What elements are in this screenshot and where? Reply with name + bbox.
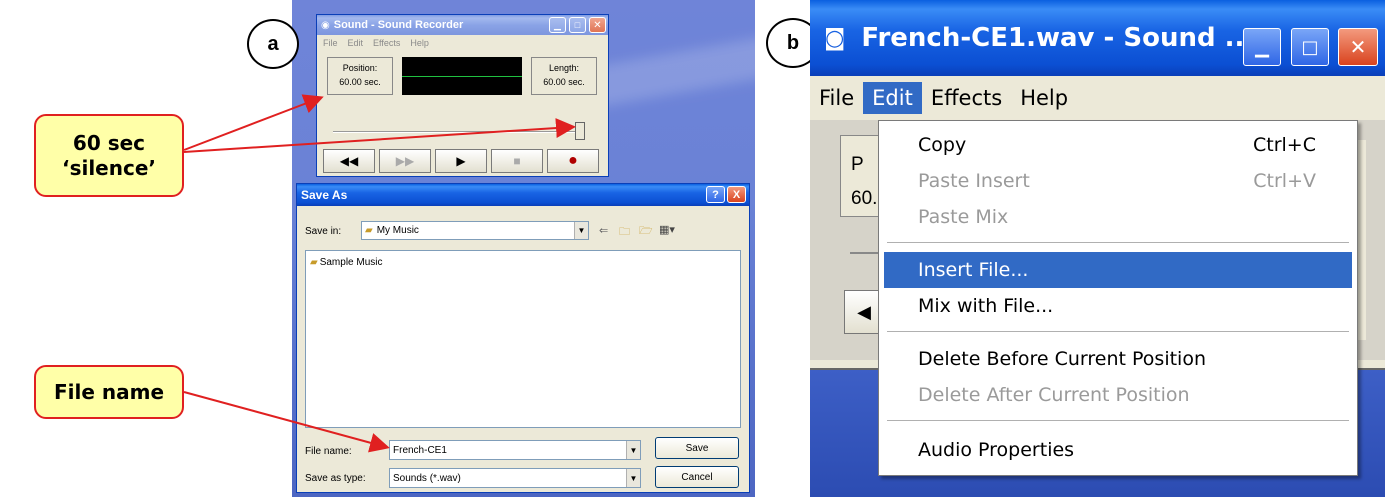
menu-item-delete-after[interactable]: Delete After Current Position — [884, 377, 1352, 413]
menu-item-audio-properties[interactable]: Audio Properties — [884, 432, 1352, 468]
menu-separator — [887, 331, 1349, 332]
menu-item-insert-file[interactable]: Insert File... — [884, 252, 1352, 288]
menu-item-copy[interactable]: Copy Ctrl+C — [884, 127, 1352, 163]
menu-item-label: Delete After Current Position — [918, 384, 1190, 406]
menu-separator — [887, 420, 1349, 421]
sound-app-icon: ◙ — [824, 25, 846, 51]
big-title-bar: ◙ French-CE1.wav - Sound ... ▁ □ ✕ — [810, 0, 1385, 76]
arrow-to-position — [183, 94, 324, 151]
menu-item-label: Paste Mix — [918, 206, 1009, 228]
arrow-to-slider — [183, 118, 576, 153]
menu-help[interactable]: Help — [1011, 82, 1077, 114]
big-window-title: French-CE1.wav - Sound ... — [861, 23, 1255, 53]
menu-item-label: Audio Properties — [918, 439, 1075, 461]
menu-item-paste-mix[interactable]: Paste Mix — [884, 199, 1352, 235]
menu-separator — [887, 242, 1349, 243]
menu-item-shortcut: Ctrl+V — [1253, 170, 1316, 192]
edit-dropdown-menu: Copy Ctrl+C Paste Insert Ctrl+V Paste Mi… — [878, 120, 1358, 476]
menu-item-label: Paste Insert — [918, 170, 1030, 192]
menu-effects[interactable]: Effects — [922, 82, 1011, 114]
menu-item-label: Mix with File... — [918, 295, 1054, 317]
menu-item-delete-before[interactable]: Delete Before Current Position — [884, 341, 1352, 377]
menu-item-shortcut: Ctrl+C — [1253, 134, 1316, 156]
maximize-button[interactable]: □ — [1291, 28, 1329, 66]
menu-item-label: Copy — [918, 134, 967, 156]
menu-item-label: Insert File... — [918, 259, 1029, 281]
close-button[interactable]: ✕ — [1338, 28, 1378, 66]
menu-file[interactable]: File — [810, 82, 863, 114]
arrow-to-file-name — [183, 391, 390, 453]
menu-item-mix-with-file[interactable]: Mix with File... — [884, 288, 1352, 324]
menu-item-paste-insert[interactable]: Paste Insert Ctrl+V — [884, 163, 1352, 199]
big-menu-bar: File Edit Effects Help — [810, 76, 1385, 120]
menu-item-label: Delete Before Current Position — [918, 348, 1207, 370]
menu-edit[interactable]: Edit — [863, 82, 922, 114]
minimize-button[interactable]: ▁ — [1243, 28, 1281, 66]
